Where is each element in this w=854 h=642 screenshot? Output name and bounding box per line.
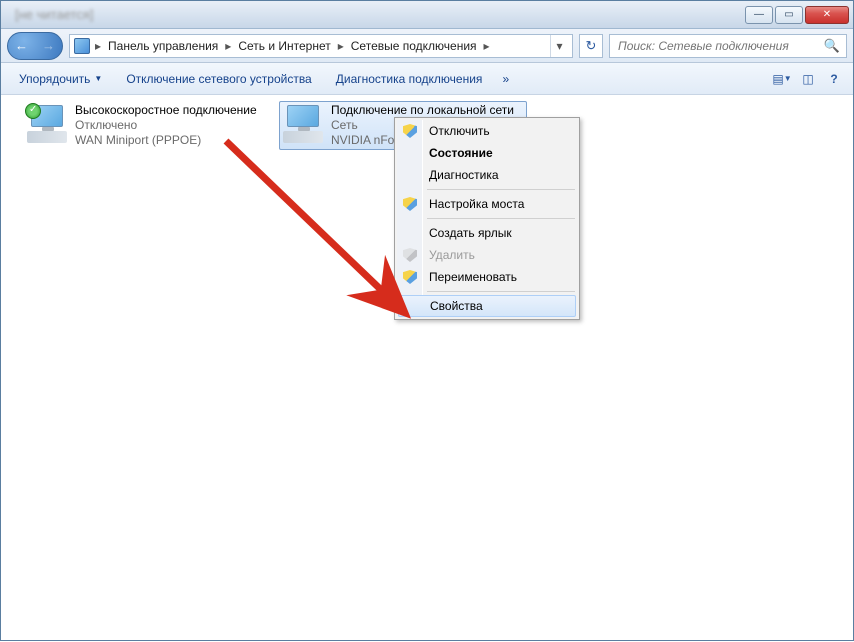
context-menu-label: Удалить xyxy=(429,248,475,262)
context-menu-item-delete: Удалить xyxy=(397,244,577,266)
organize-label: Упорядочить xyxy=(19,72,90,86)
diagnose-label: Диагностика подключения xyxy=(336,72,483,86)
breadcrumb-item-network-internet[interactable]: Сеть и Интернет xyxy=(236,39,332,53)
context-menu-item-status[interactable]: Состояние xyxy=(397,142,577,164)
connection-text: Высокоскоростное подключение Отключено W… xyxy=(75,103,257,148)
context-menu-label: Переименовать xyxy=(429,270,517,284)
window-title-text: [не читается] xyxy=(5,7,745,22)
context-menu-separator xyxy=(427,218,575,219)
preview-pane-icon: ◫ xyxy=(802,72,813,86)
context-menu: Отключить Состояние Диагностика Настройк… xyxy=(394,117,580,320)
context-menu-label: Диагностика xyxy=(429,168,499,182)
window-titlebar: [не читается] — ▭ ✕ xyxy=(1,1,853,29)
breadcrumb[interactable]: ▸ Панель управления ▸ Сеть и Интернет ▸ … xyxy=(69,34,573,58)
context-menu-item-disable[interactable]: Отключить xyxy=(397,120,577,142)
nav-back-forward[interactable]: ← → xyxy=(7,32,63,60)
breadcrumb-separator-icon: ▸ xyxy=(335,39,347,53)
overflow-chevron-icon[interactable]: » xyxy=(496,72,515,86)
help-icon: ? xyxy=(830,72,837,86)
back-arrow-icon: ← xyxy=(15,38,28,53)
search-box[interactable]: 🔍 xyxy=(609,34,847,58)
minimize-button[interactable]: — xyxy=(745,6,773,24)
context-menu-label: Свойства xyxy=(430,299,483,313)
context-menu-item-shortcut[interactable]: Создать ярлык xyxy=(397,222,577,244)
connection-icon xyxy=(25,103,69,143)
organize-button[interactable]: Упорядочить ▼ xyxy=(9,68,112,90)
breadcrumb-separator-icon: ▸ xyxy=(92,39,104,53)
address-bar: ← → ▸ Панель управления ▸ Сеть и Интерне… xyxy=(1,29,853,63)
search-icon: 🔍 xyxy=(824,38,840,54)
context-menu-item-bridge[interactable]: Настройка моста xyxy=(397,193,577,215)
refresh-button[interactable]: ↻ xyxy=(579,34,603,58)
connection-icon xyxy=(281,103,325,143)
context-menu-label: Отключить xyxy=(429,124,490,138)
context-menu-item-rename[interactable]: Переименовать xyxy=(397,266,577,288)
close-button[interactable]: ✕ xyxy=(805,6,849,24)
connection-title: Подключение по локальной сети xyxy=(331,103,514,118)
disable-device-label: Отключение сетевого устройства xyxy=(126,72,311,86)
refresh-icon: ↻ xyxy=(586,38,597,54)
breadcrumb-separator-icon: ▸ xyxy=(222,39,234,53)
shield-icon xyxy=(403,270,417,284)
history-dropdown-icon[interactable]: ▾ xyxy=(550,35,568,57)
connection-adapter: WAN Miniport (PPPOE) xyxy=(75,133,257,148)
view-icon: ▤ xyxy=(772,72,783,86)
disable-device-button[interactable]: Отключение сетевого устройства xyxy=(116,68,321,90)
breadcrumb-item-control-panel[interactable]: Панель управления xyxy=(106,39,220,53)
status-ok-icon xyxy=(25,103,41,119)
context-menu-separator xyxy=(427,291,575,292)
shield-icon xyxy=(403,197,417,211)
forward-arrow-icon: → xyxy=(42,38,55,53)
context-menu-label: Настройка моста xyxy=(429,197,524,211)
connection-status: Отключено xyxy=(75,118,257,133)
context-menu-separator xyxy=(427,189,575,190)
command-bar: Упорядочить ▼ Отключение сетевого устрой… xyxy=(1,63,853,95)
window-buttons: — ▭ ✕ xyxy=(745,6,849,24)
preview-pane-button[interactable]: ◫ xyxy=(797,68,819,90)
breadcrumb-separator-icon: ▸ xyxy=(481,39,493,53)
connection-title: Высокоскоростное подключение xyxy=(75,103,257,118)
help-button[interactable]: ? xyxy=(823,68,845,90)
control-panel-icon xyxy=(74,38,90,54)
context-menu-item-diagnose[interactable]: Диагностика xyxy=(397,164,577,186)
content-area: Высокоскоростное подключение Отключено W… xyxy=(1,95,853,640)
context-menu-item-properties[interactable]: Свойства xyxy=(398,295,576,317)
shield-icon xyxy=(403,124,417,138)
breadcrumb-item-network-connections[interactable]: Сетевые подключения xyxy=(349,39,479,53)
view-options-button[interactable]: ▤▼ xyxy=(771,68,793,90)
shield-icon xyxy=(403,248,417,262)
maximize-button[interactable]: ▭ xyxy=(775,6,803,24)
context-menu-label: Состояние xyxy=(429,146,493,160)
context-menu-label: Создать ярлык xyxy=(429,226,512,240)
connection-item-broadband[interactable]: Высокоскоростное подключение Отключено W… xyxy=(23,101,271,150)
chevron-down-icon: ▼ xyxy=(94,74,102,83)
diagnose-button[interactable]: Диагностика подключения xyxy=(326,68,493,90)
search-input[interactable] xyxy=(616,38,824,54)
